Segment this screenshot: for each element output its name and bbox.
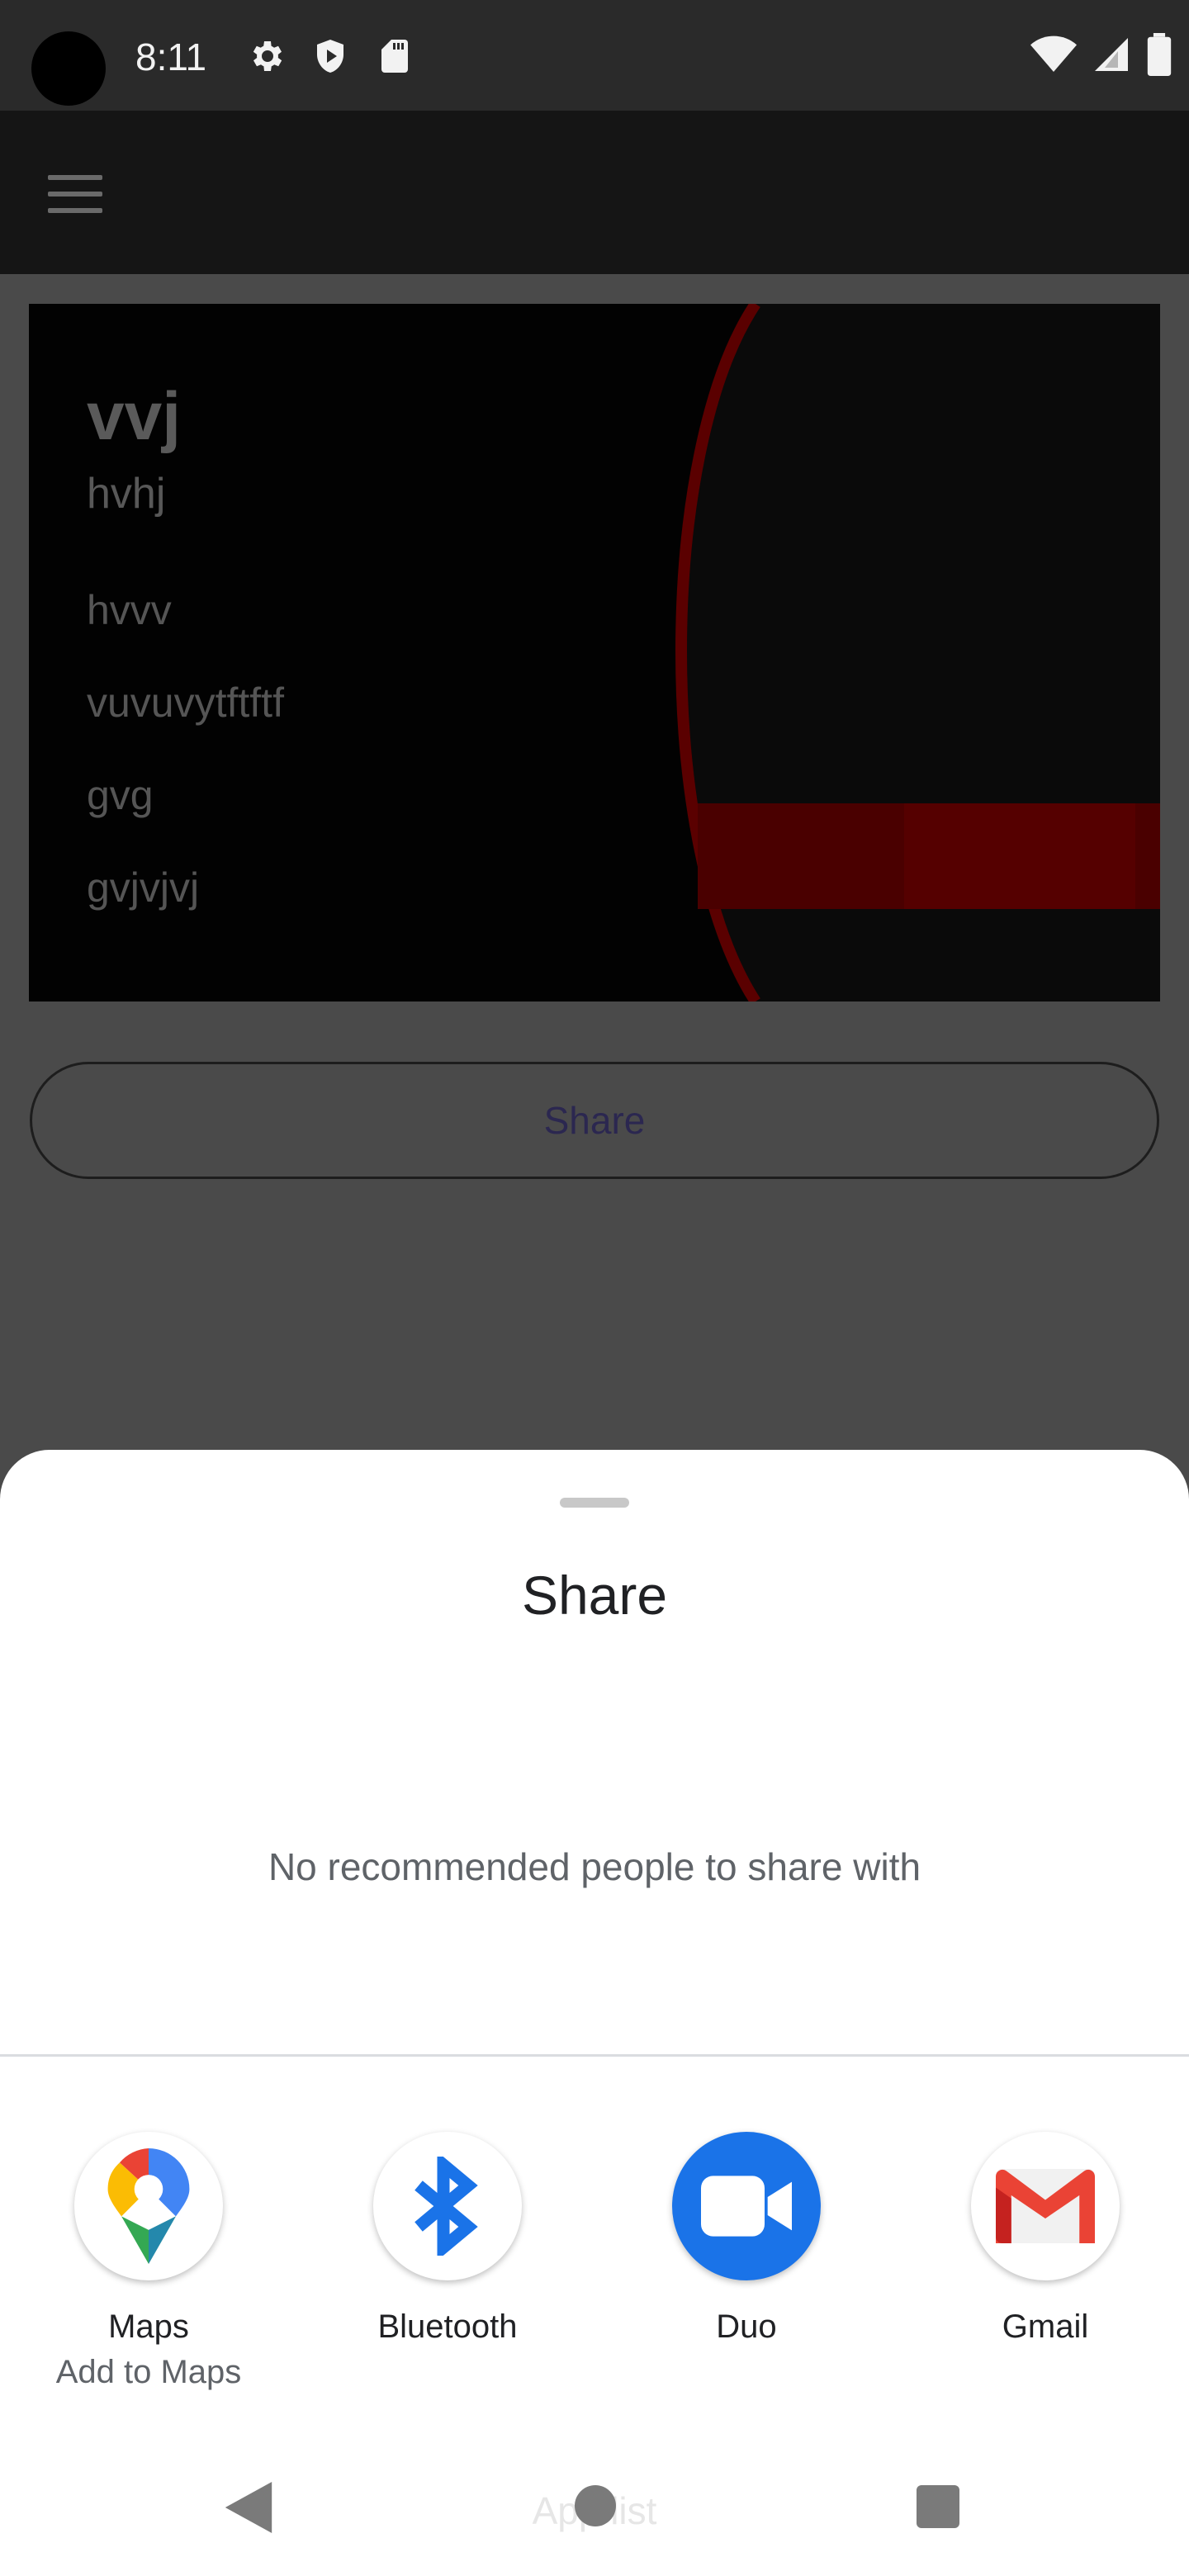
- share-sheet: Share No recommended people to share wit…: [0, 1450, 1189, 2576]
- share-button[interactable]: Share: [30, 1062, 1159, 1179]
- recents-icon[interactable]: [917, 2485, 959, 2528]
- sheet-drag-handle[interactable]: [560, 1498, 629, 1508]
- gear-icon: [253, 41, 282, 71]
- gmail-icon: [971, 2132, 1120, 2280]
- status-bar: 8:11: [0, 0, 1189, 111]
- duo-video-icon: [672, 2132, 821, 2280]
- empty-recommendations-message: No recommended people to share with: [268, 1845, 921, 1888]
- share-target-gmail[interactable]: Gmail: [897, 2132, 1189, 2346]
- card-line: gvjvjvj: [87, 864, 200, 911]
- content-card: vvj hvhj hvvv vuvuvytftftf gvg gvjvjvj: [29, 304, 1160, 1002]
- target-label: Duo: [716, 2308, 777, 2345]
- cell-signal-icon: [1095, 38, 1128, 71]
- maps-icon: [74, 2132, 223, 2280]
- camera-cutout: [31, 31, 106, 106]
- target-label: Maps: [108, 2308, 189, 2345]
- status-time: 8:11: [135, 36, 207, 78]
- sheet-title: Share: [521, 1565, 668, 1626]
- wifi-icon: [1030, 36, 1077, 72]
- share-target-maps[interactable]: Maps Add to Maps: [0, 2132, 297, 2391]
- card-line: hvvv: [87, 587, 172, 633]
- share-target-bluetooth[interactable]: Bluetooth: [299, 2132, 596, 2346]
- sd-card-icon: [381, 40, 408, 73]
- home-icon[interactable]: [575, 2485, 616, 2526]
- bluetooth-icon: [373, 2132, 522, 2280]
- shield-icon: [317, 40, 343, 73]
- card-line: gvg: [87, 772, 154, 818]
- sheet-divider: [0, 2054, 1189, 2057]
- share-target-duo[interactable]: Duo: [598, 2132, 895, 2346]
- hamburger-menu-icon[interactable]: [48, 175, 102, 213]
- card-line: vuvuvytftftf: [87, 680, 284, 726]
- card-title: vvj: [87, 379, 181, 454]
- app-bar: [0, 111, 1189, 274]
- card-subtitle: hvhj: [87, 470, 166, 518]
- system-nav-bar: App list: [0, 2444, 1189, 2576]
- target-label: Bluetooth: [377, 2308, 518, 2345]
- target-label: Gmail: [1002, 2308, 1089, 2345]
- target-sublabel: Add to Maps: [55, 2354, 242, 2390]
- back-icon[interactable]: [225, 2482, 272, 2533]
- battery-icon: [1147, 33, 1172, 76]
